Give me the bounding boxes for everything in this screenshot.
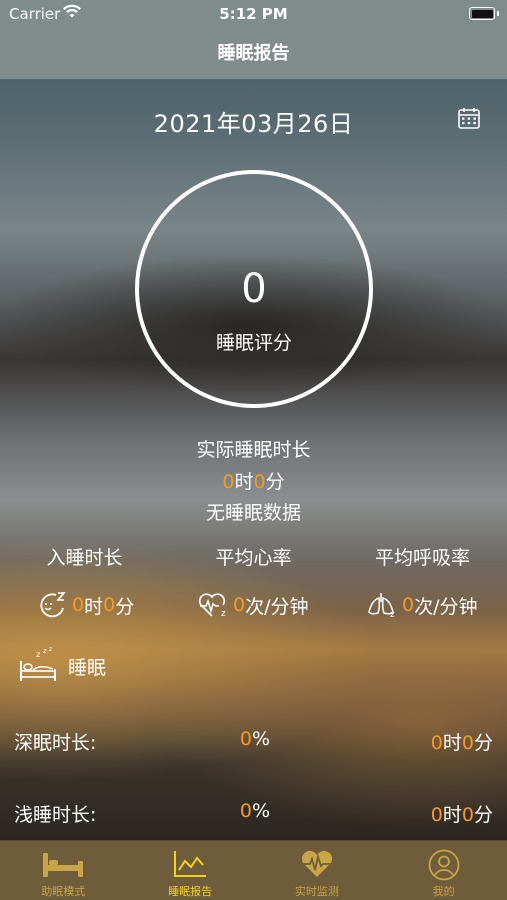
deep-sleep-minutes-unit: 分 (473, 732, 493, 754)
actual-minutes-value: 0 (253, 471, 266, 493)
battery-icon (469, 7, 499, 20)
actual-minutes-unit: 分 (265, 471, 285, 493)
light-sleep-duration: 0时0分 (431, 800, 493, 827)
chart-icon (174, 851, 207, 877)
actual-hours-unit: 时 (234, 471, 254, 493)
avg-breath-rate-label: 平均呼吸率 (374, 547, 470, 569)
user-icon (428, 849, 460, 881)
light-sleep-label: 浅睡时长: (14, 804, 97, 826)
tab-realtime-monitor[interactable]: 实时监测 (254, 841, 381, 900)
status-time: 5:12 PM (219, 5, 288, 23)
fall-asleep-minutes: 0 (103, 594, 116, 616)
deep-sleep-label: 深眠时长: (14, 732, 97, 754)
light-sleep-minutes-unit: 分 (473, 804, 493, 826)
deep-sleep-duration: 0时0分 (431, 728, 493, 755)
light-sleep-hours: 0 (430, 804, 443, 826)
report-date[interactable]: 2021年03月26日 (0, 104, 507, 139)
svg-text:z: z (36, 650, 40, 659)
breath-rate-unit: 次/分钟 (414, 595, 478, 618)
breath-rate-value: 0 (402, 594, 415, 616)
tab-sleep-report[interactable]: 睡眠报告 (127, 841, 254, 900)
fall-asleep-stat: 0时0分 (36, 590, 134, 620)
heart-rate-value: 0 (233, 594, 246, 616)
fall-asleep-label: 入睡时长 (46, 547, 123, 569)
sleep-section-label: 睡眠 (68, 657, 107, 679)
svg-text:z: z (221, 609, 226, 619)
tab-bar: 助眠模式 睡眠报告 实时监测 我的 (0, 840, 507, 900)
fall-asleep-icon (40, 592, 66, 618)
deep-sleep-percent-value: 0 (239, 728, 253, 750)
actual-sleep-duration: 0时0分 (0, 467, 507, 494)
light-sleep-percent-value: 0 (239, 800, 253, 822)
light-sleep-hours-unit: 时 (442, 804, 462, 826)
fall-asleep-minutes-unit: 分 (115, 595, 135, 618)
lungs-icon: z (368, 593, 395, 620)
tab-sleep-aid-label: 助眠模式 (41, 885, 86, 898)
deep-sleep-percent-unit: % (252, 728, 271, 750)
tab-realtime-monitor-label: 实时监测 (294, 885, 339, 898)
svg-text:z: z (390, 610, 395, 620)
light-sleep-percent: 0% (200, 800, 310, 822)
status-bar: Carrier 5:12 PM (0, 0, 507, 28)
heart-rate-icon: z (198, 593, 226, 619)
deep-sleep-hours-unit: 时 (442, 732, 462, 754)
deep-sleep-hours: 0 (430, 732, 443, 754)
tab-sleep-report-label: 睡眠报告 (168, 885, 213, 898)
bed-icon (43, 853, 84, 877)
bed-sleep-icon: z z z (18, 646, 58, 685)
light-sleep-percent-unit: % (252, 800, 271, 822)
heart-pulse-icon (301, 850, 332, 877)
actual-hours-value: 0 (222, 471, 235, 493)
actual-sleep-label: 实际睡眠时长 (196, 439, 311, 461)
heart-rate-stat: z 0 次/分钟 (197, 590, 309, 620)
heart-rate-unit: 次/分钟 (245, 595, 309, 618)
tab-sleep-aid[interactable]: 助眠模式 (0, 841, 127, 900)
nav-bar: 睡眠报告 (0, 28, 507, 79)
no-data-text: 无睡眠数据 (205, 502, 301, 524)
sleep-score-label: 睡眠评分 (215, 332, 292, 354)
tab-profile[interactable]: 我的 (380, 841, 507, 900)
svg-text:z: z (43, 647, 47, 655)
calendar-icon[interactable] (457, 106, 481, 130)
deep-sleep-percent: 0% (200, 728, 310, 750)
page-title: 睡眠报告 (217, 43, 290, 64)
tab-profile-label: 我的 (432, 885, 455, 898)
sleep-score-value: 0 (241, 266, 267, 312)
light-sleep-minutes: 0 (461, 804, 474, 826)
breath-rate-stat: z 0 次/分钟 (366, 590, 478, 620)
fall-asleep-hours-unit: 时 (84, 595, 104, 618)
fall-asleep-hours: 0 (72, 594, 85, 616)
deep-sleep-minutes: 0 (461, 732, 474, 754)
avg-heart-rate-label: 平均心率 (215, 547, 292, 569)
svg-text:z: z (49, 647, 52, 653)
